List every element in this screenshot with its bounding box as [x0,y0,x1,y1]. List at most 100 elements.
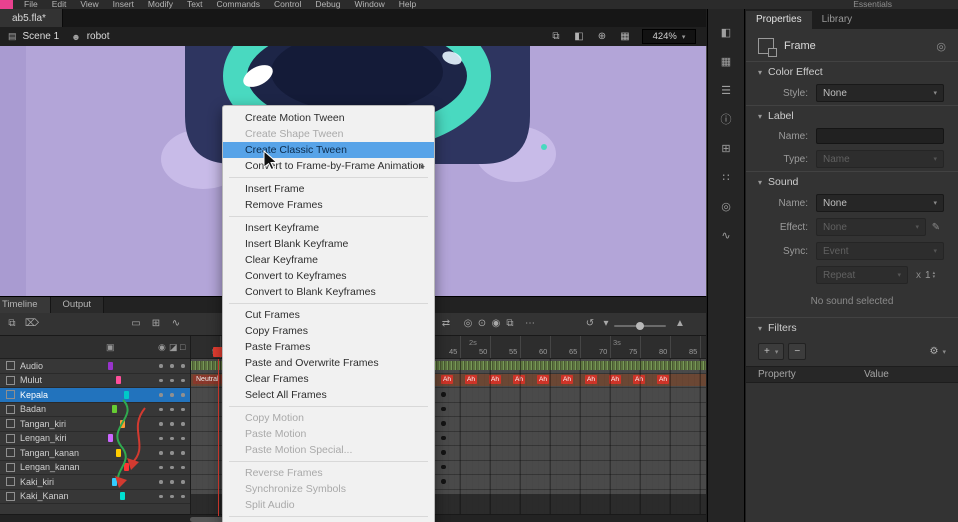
menu-edit[interactable]: Edit [45,0,74,9]
edit-sound-envelope-icon[interactable]: ✎ [928,222,944,233]
outline-icon[interactable]: □ [180,341,185,353]
section-sound[interactable]: ▾ Sound [746,171,958,191]
menu-control[interactable]: Control [267,0,308,9]
repeat-count-stepper[interactable]: ▴▾ [933,271,936,279]
sound-name-select[interactable]: None ▾ [816,194,944,212]
layer-lock-dot[interactable] [170,364,174,368]
lock-icon[interactable]: ◪ [169,341,178,353]
tab-timeline[interactable]: Timeline [0,297,51,313]
workspace-switcher[interactable]: Essentials [853,0,892,9]
layer-row-kaki-kiri[interactable]: Kaki_kiri [0,475,190,490]
menu-item-clear-keyframe[interactable]: Clear Keyframe [223,252,434,268]
layer-lock-dot[interactable] [170,379,174,383]
menu-file[interactable]: File [17,0,45,9]
menu-debug[interactable]: Debug [308,0,347,9]
layer-visibility-dot[interactable] [159,422,163,426]
frame-size-icon[interactable]: ▭ [128,316,144,332]
layer-outline-dot[interactable] [181,379,185,383]
playhead-line[interactable] [218,359,219,516]
layer-visibility-dot[interactable] [159,480,163,484]
menu-item-convert-to-frame-by-frame-animation[interactable]: Convert to Frame-by-Frame Animation▸ [223,158,434,174]
transform-panel-icon[interactable]: ⊞ [717,141,735,157]
section-color-effect[interactable]: ▾ Color Effect [746,61,958,81]
filter-options-button[interactable]: ⚙ ▾ [930,346,946,357]
menu-commands[interactable]: Commands [210,0,267,9]
repeat-count-value[interactable]: 1 [925,270,931,281]
layer-row-badan[interactable]: Badan [0,403,190,418]
layer-outline-dot[interactable] [181,422,185,426]
panel-options-icon[interactable]: ◎ [936,40,946,53]
menu-item-paste-frames[interactable]: Paste Frames [223,339,434,355]
swap-frames-icon[interactable]: ⇄ [438,316,454,332]
menu-item-create-classic-tween[interactable]: Create Classic Tween [223,142,434,158]
layer-lock-dot[interactable] [170,451,174,455]
menu-item-clear-frames[interactable]: Clear Frames [223,371,434,387]
center-stage-icon[interactable]: ⊕ [595,31,609,42]
slider-knob[interactable] [636,322,644,330]
code-snippets-panel-icon[interactable]: ∷ [717,170,735,186]
layer-outline-dot[interactable] [181,393,185,397]
layer-visibility-dot[interactable] [159,379,163,383]
layer-row-lengan-kanan[interactable]: Lengan_kanan [0,461,190,476]
eye-icon[interactable]: ◉ [158,341,166,353]
layer-outline-dot[interactable] [181,364,185,368]
layer-outline-dot[interactable] [181,480,185,484]
add-filter-button[interactable]: + ▾ [758,343,784,360]
edit-multiple-frames-icon[interactable]: ⧉ [502,316,518,332]
menu-item-select-all-frames[interactable]: Select All Frames [223,387,434,403]
layer-row-kepala[interactable]: Kepala [0,388,190,403]
layer-lock-dot[interactable] [170,466,174,470]
layer-lock-dot[interactable] [170,422,174,426]
layer-row-lengan-kiri[interactable]: Lengan_kiri [0,432,190,447]
layer-visibility-dot[interactable] [159,451,163,455]
align-panel-icon[interactable]: ☰ [717,83,735,99]
menu-item-insert-frame[interactable]: Insert Frame [223,181,434,197]
frame-zoom-icon[interactable]: ▲ [672,316,688,332]
layer-visibility-dot[interactable] [159,364,163,368]
app-logo-icon[interactable] [0,0,13,9]
layer-row-audio[interactable]: Audio [0,359,190,374]
layer-lock-dot[interactable] [170,437,174,441]
layer-visibility-dot[interactable] [159,495,163,499]
document-tab[interactable]: ab5.fla* [0,9,63,27]
menu-modify[interactable]: Modify [141,0,180,9]
tab-output[interactable]: Output [51,297,105,313]
section-filters[interactable]: ▾ Filters [746,317,958,337]
tab-properties[interactable]: Properties [746,11,812,29]
breadcrumb-symbol[interactable]: robot [87,31,110,42]
style-select[interactable]: None ▾ [816,84,944,102]
section-label[interactable]: ▾ Label [746,105,958,125]
timeline-options-icon[interactable]: ▾ [598,316,614,332]
remove-filter-button[interactable]: − [788,343,806,360]
layer-lock-dot[interactable] [170,408,174,412]
layer-outline-dot[interactable] [181,451,185,455]
loop-playback-icon[interactable]: ↺ [582,316,598,332]
delete-layer-icon[interactable]: ⌦ [24,316,40,332]
clip-content-icon[interactable]: ⧉ [549,31,563,42]
menu-item-create-motion-tween[interactable]: Create Motion Tween [223,110,434,126]
layer-outline-dot[interactable] [181,466,185,470]
layer-row-tangan-kiri[interactable]: Tangan_kiri [0,417,190,432]
info-panel-icon[interactable]: ⓘ [717,112,735,128]
timeline-zoom-slider[interactable] [614,325,666,327]
graph-view-icon[interactable]: ∿ [168,316,184,332]
menu-item-insert-blank-keyframe[interactable]: Insert Blank Keyframe [223,236,434,252]
menu-insert[interactable]: Insert [106,0,141,9]
motion-presets-panel-icon[interactable]: ∿ [717,228,735,244]
camera-icon[interactable]: ▣ [106,341,115,353]
layer-outline-dot[interactable] [181,437,185,441]
grid-view-icon[interactable]: ⊞ [148,316,164,332]
brush-panel-icon[interactable]: ◧ [717,25,735,41]
menu-text[interactable]: Text [180,0,210,9]
layer-visibility-dot[interactable] [159,393,163,397]
menu-item-convert-to-keyframes[interactable]: Convert to Keyframes [223,268,434,284]
menu-item-convert-to-blank-keyframes[interactable]: Convert to Blank Keyframes [223,284,434,300]
history-panel-icon[interactable]: ◎ [717,199,735,215]
layer-lock-dot[interactable] [170,393,174,397]
layer-row-mulut[interactable]: Mulut [0,374,190,389]
layer-row-tangan-kanan[interactable]: Tangan_kanan [0,446,190,461]
layer-visibility-dot[interactable] [159,437,163,441]
menu-item-insert-keyframe[interactable]: Insert Keyframe [223,220,434,236]
menu-window[interactable]: Window [347,0,391,9]
layer-row-kaki-kanan[interactable]: Kaki_Kanan [0,490,190,505]
